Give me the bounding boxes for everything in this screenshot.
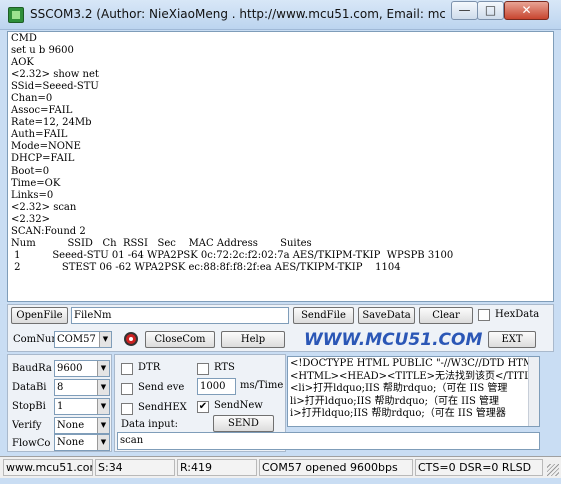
status-sent-count: S:34 xyxy=(95,459,175,476)
stopbits-label: StopBi xyxy=(12,401,46,412)
status-bar: www.mcu51.cor S:34 R:419 COM57 opened 96… xyxy=(0,456,561,478)
flowcontrol-value: None xyxy=(57,437,85,448)
verify-label: Verify xyxy=(12,420,42,431)
maximize-button[interactable]: □ xyxy=(477,1,504,20)
terminal-output: CMD set u b 9600 AOK <2.32> show net SSi… xyxy=(11,33,454,273)
app-icon xyxy=(8,7,24,23)
databits-label: DataBi xyxy=(12,382,47,393)
send-text-area[interactable]: <!DOCTYPE HTML PUBLIC "-//W3C//DTD HTML … xyxy=(287,356,540,427)
databits-value: 8 xyxy=(57,382,64,393)
ext-button[interactable]: EXT xyxy=(488,331,536,348)
serial-settings-group: BaudRa 9600 ▼ DataBi 8 ▼ StopBi 1 ▼ Veri… xyxy=(7,354,112,452)
title-bar[interactable]: SSCOM3.2 (Author: NieXiaoMeng . http://w… xyxy=(0,0,561,30)
comnum-label: ComNum xyxy=(13,334,55,345)
chevron-down-icon: ▼ xyxy=(97,399,109,414)
window-title: SSCOM3.2 (Author: NieXiaoMeng . http://w… xyxy=(30,7,445,21)
close-button[interactable]: ✕ xyxy=(504,1,549,20)
stopbits-value: 1 xyxy=(57,401,64,412)
sendnew-label: SendNew xyxy=(214,400,263,411)
flowcontrol-label: FlowCo xyxy=(12,438,51,449)
rts-checkbox[interactable] xyxy=(197,363,209,375)
send-file-button[interactable]: SendFile xyxy=(293,307,354,324)
status-received-count: R:419 xyxy=(177,459,257,476)
verify-value: None xyxy=(57,420,85,431)
flowcontrol-select[interactable]: None ▼ xyxy=(54,434,110,451)
status-website: www.mcu51.cor xyxy=(3,459,93,476)
hexdata-checkbox[interactable] xyxy=(478,309,490,321)
chevron-down-icon: ▼ xyxy=(97,418,109,433)
sendhex-checkbox[interactable] xyxy=(121,403,133,415)
chevron-down-icon: ▼ xyxy=(97,435,109,450)
baudrate-select[interactable]: 9600 ▼ xyxy=(54,360,110,377)
send-every-label: Send eve xyxy=(138,382,185,393)
interval-unit: ms/Time xyxy=(240,380,284,391)
close-com-button[interactable]: CloseCom xyxy=(145,331,215,348)
data-input-field[interactable]: scan xyxy=(117,432,540,450)
sendnew-checkbox[interactable]: ✔ xyxy=(197,401,209,413)
chevron-down-icon: ▼ xyxy=(97,361,109,376)
mcu51-logo[interactable]: WWW.MCU51.COM xyxy=(304,330,482,350)
hexdata-label: HexData xyxy=(495,309,540,320)
dtr-checkbox[interactable] xyxy=(121,363,133,375)
minimize-button[interactable]: — xyxy=(451,1,478,20)
port-status-icon[interactable] xyxy=(124,332,138,346)
baudrate-label: BaudRa xyxy=(12,363,52,374)
clear-button[interactable]: Clear xyxy=(419,307,473,324)
rts-label: RTS xyxy=(214,362,235,373)
stopbits-select[interactable]: 1 ▼ xyxy=(54,398,110,415)
com-port-value: COM57 xyxy=(57,334,96,345)
baudrate-value: 9600 xyxy=(57,363,83,374)
chevron-down-icon: ▼ xyxy=(97,380,109,395)
databits-select[interactable]: 8 ▼ xyxy=(54,379,110,396)
interval-input[interactable]: 1000 xyxy=(197,378,236,395)
sendhex-label: SendHEX xyxy=(138,402,187,413)
send-button[interactable]: SEND xyxy=(213,415,274,432)
send-buffer-text: <!DOCTYPE HTML PUBLIC "-//W3C//DTD HTML … xyxy=(290,358,540,419)
receive-terminal[interactable]: CMD set u b 9600 AOK <2.32> show net SSi… xyxy=(7,31,554,302)
send-every-checkbox[interactable] xyxy=(121,383,133,395)
resize-grip-icon[interactable] xyxy=(547,464,559,476)
status-port: COM57 opened 9600bps xyxy=(259,459,413,476)
open-file-button[interactable]: OpenFile xyxy=(11,307,68,324)
chevron-down-icon: ▼ xyxy=(99,332,111,347)
checkmark-icon: ✔ xyxy=(198,401,208,412)
com-port-select[interactable]: COM57 ▼ xyxy=(54,331,112,348)
dtr-label: DTR xyxy=(138,362,161,373)
data-input-label: Data input: xyxy=(121,419,179,430)
status-signals: CTS=0 DSR=0 RLSD xyxy=(415,459,543,476)
control-panel: OpenFile FileNm SendFile SaveData Clear … xyxy=(7,304,554,352)
save-data-button[interactable]: SaveData xyxy=(358,307,415,324)
send-area-scrollbar[interactable] xyxy=(528,357,539,426)
verify-select[interactable]: None ▼ xyxy=(54,417,110,434)
help-button[interactable]: Help xyxy=(221,331,285,348)
filename-field[interactable]: FileNm xyxy=(71,307,289,324)
